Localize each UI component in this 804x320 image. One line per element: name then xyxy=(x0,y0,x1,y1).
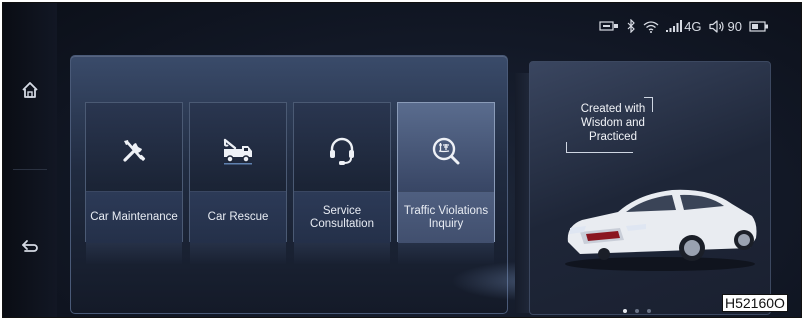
home-icon xyxy=(20,80,40,105)
back-arrow-icon xyxy=(20,238,40,261)
pagination-dot[interactable] xyxy=(635,309,639,313)
nav-divider xyxy=(13,169,47,170)
home-button[interactable] xyxy=(11,73,49,111)
network-type-label: 4G xyxy=(684,18,702,34)
wifi-icon xyxy=(643,20,659,33)
back-button[interactable] xyxy=(11,230,49,268)
car-image xyxy=(565,189,757,271)
headset-icon xyxy=(294,133,390,169)
tile-reflection xyxy=(86,243,182,265)
tile-label: Traffic Violations Inquiry xyxy=(398,191,494,243)
cellular-status: 4G xyxy=(666,18,702,34)
tile-car-rescue[interactable]: Car Rescue xyxy=(189,102,287,265)
tile-label: Car Maintenance xyxy=(86,191,182,243)
pagination-dot[interactable] xyxy=(647,309,651,313)
volume-icon xyxy=(708,19,725,33)
tile-reflection xyxy=(190,243,286,265)
tile-service-consultation[interactable]: Service Consultation xyxy=(293,102,391,265)
promo-pagination[interactable] xyxy=(623,309,651,313)
tile-traffic-violations-inquiry[interactable]: Traffic Violations Inquiry xyxy=(397,102,495,265)
tile-reflection xyxy=(398,243,494,265)
status-bar: 4G 90 xyxy=(599,15,769,37)
bluetooth-icon xyxy=(626,19,636,33)
signal-bars-icon xyxy=(666,20,683,32)
violation-search-icon xyxy=(398,133,494,169)
sim-card-icon xyxy=(599,20,619,32)
wrench-screwdriver-icon xyxy=(86,133,182,169)
tile-label: Service Consultation xyxy=(294,191,390,243)
tile-label: Car Rescue xyxy=(190,191,286,243)
service-panel: Car Maintenance Car Rescue Service Consu… xyxy=(70,55,611,314)
infotainment-screen: 4G 90 Car Maintenance Car Rescue Service… xyxy=(2,2,802,318)
volume-status: 90 xyxy=(708,18,742,34)
tile-car-maintenance[interactable]: Car Maintenance xyxy=(85,102,183,265)
pagination-dot[interactable] xyxy=(623,309,627,313)
promo-card[interactable]: Created with Wisdom and Practiced xyxy=(529,61,771,315)
promo-slogan: Created with Wisdom and Practiced xyxy=(580,103,646,143)
volume-value: 90 xyxy=(727,18,742,34)
tow-truck-icon xyxy=(190,133,286,169)
nav-rail xyxy=(3,3,57,317)
figure-code-label: H52160O xyxy=(722,294,788,312)
battery-icon xyxy=(749,20,769,32)
tile-reflection xyxy=(294,243,390,265)
